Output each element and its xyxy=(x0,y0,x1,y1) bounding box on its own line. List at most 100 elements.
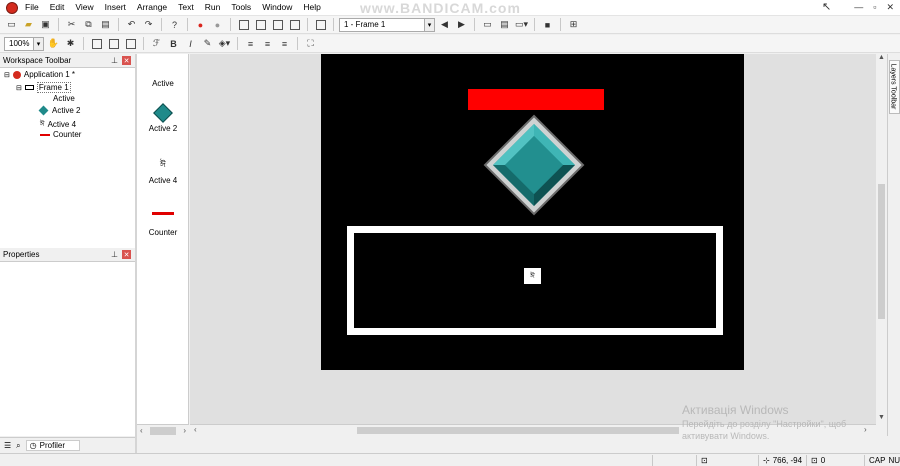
frame-props-icon[interactable]: ▭ xyxy=(480,18,495,32)
vertical-scrollbar[interactable]: ▲ ▼ xyxy=(876,54,887,424)
vertical-scroll-thumb[interactable] xyxy=(878,184,885,319)
workspace-toolbar-title: Workspace Toolbar xyxy=(3,56,72,65)
align-center-icon[interactable]: ≡ xyxy=(260,37,275,51)
red-line-icon xyxy=(40,133,50,136)
cut-icon[interactable]: ✂ xyxy=(64,18,79,32)
tree-node-object[interactable]: Counter xyxy=(40,130,81,139)
activation-line-3: активувати Windows. xyxy=(682,431,770,441)
sort-icon[interactable]: ☰ xyxy=(4,441,11,450)
tree-label-object: Active 4 xyxy=(47,119,77,129)
menu-window[interactable]: Window xyxy=(261,2,293,12)
object-panel-scrollbar[interactable]: ‹ › xyxy=(137,424,189,436)
scroll-thumb[interactable] xyxy=(150,426,176,435)
minimize-icon[interactable]: — xyxy=(854,2,863,13)
glyph-icon: ঈ xyxy=(40,121,45,128)
scroll-right-icon[interactable]: › xyxy=(864,425,867,434)
glyph-icon: ঈ xyxy=(160,159,166,169)
paste-icon[interactable]: ▤ xyxy=(98,18,113,32)
tree-label-frame: Frame 1 xyxy=(36,82,71,93)
grid-toggle-icon[interactable] xyxy=(89,37,104,51)
menu-arrange[interactable]: Arrange xyxy=(136,2,168,12)
brush-icon[interactable]: ✎ xyxy=(200,37,215,51)
frame-select[interactable]: 1 - Frame 1 ▾ xyxy=(339,17,435,32)
active-4-object[interactable]: ঈ xyxy=(524,268,541,284)
restore-icon[interactable]: ▫ xyxy=(873,2,876,13)
close-icon[interactable]: ✕ xyxy=(886,2,894,13)
help-icon[interactable]: ? xyxy=(167,18,182,32)
tree-node-object[interactable]: Active xyxy=(40,94,75,103)
caps-indicator: CAP xyxy=(869,456,886,465)
frame-editor[interactable]: ঈ xyxy=(190,54,876,424)
zoom-select[interactable]: 100% ▾ xyxy=(4,36,44,51)
scroll-down-icon[interactable]: ▼ xyxy=(876,414,887,421)
layout-grid-icon[interactable]: ⊞ xyxy=(566,18,581,32)
align-left-icon[interactable]: ≡ xyxy=(243,37,258,51)
new-file-icon[interactable]: ▭ xyxy=(4,18,19,32)
prev-frame-icon[interactable]: ◀ xyxy=(437,18,452,32)
tab-profiler[interactable]: ◷ Profiler xyxy=(25,440,80,451)
status-bar: ⊡ ⊹ 766, -94 ⊡ 0 CAP NUM xyxy=(0,453,900,466)
redo-icon[interactable]: ↷ xyxy=(141,18,156,32)
counter-object[interactable] xyxy=(468,89,604,110)
object-item-counter[interactable]: Counter xyxy=(137,212,189,237)
menu-view[interactable]: View xyxy=(74,2,94,12)
object-item-active-4[interactable]: ঈ Active 4 xyxy=(137,157,189,185)
tree-node-object[interactable]: Active 2 xyxy=(38,105,81,116)
record-icon[interactable]: ● xyxy=(210,18,225,32)
open-folder-icon[interactable]: ▰ xyxy=(21,18,36,32)
pin-icon[interactable]: ⊥ xyxy=(111,250,118,259)
tree-node-object[interactable]: ঈ Active 4 xyxy=(40,118,76,130)
fit-screen-icon[interactable]: ⛶ xyxy=(303,37,318,51)
stop-square-icon[interactable]: ■ xyxy=(540,18,555,32)
close-icon[interactable]: ✕ xyxy=(122,56,131,65)
menu-text[interactable]: Text xyxy=(177,2,195,12)
frame-canvas[interactable]: ঈ xyxy=(321,54,744,370)
scroll-up-icon[interactable]: ▲ xyxy=(876,54,887,61)
close-icon[interactable]: ✕ xyxy=(122,250,131,259)
menu-tools[interactable]: Tools xyxy=(230,2,252,12)
font-icon[interactable]: ℱ xyxy=(149,37,164,51)
collapse-icon[interactable]: ⊟ xyxy=(16,84,22,92)
hand-icon[interactable]: ✋ xyxy=(46,37,61,51)
align-right-icon[interactable]: ≡ xyxy=(277,37,292,51)
scroll-right-icon[interactable]: › xyxy=(183,426,186,435)
menu-edit[interactable]: Edit xyxy=(49,2,66,12)
collapse-icon[interactable]: ⊟ xyxy=(4,71,10,79)
tree-node-frame[interactable]: ⊟ Frame 1 xyxy=(16,82,71,93)
storyboard-icon[interactable] xyxy=(313,18,328,32)
menu-insert[interactable]: Insert xyxy=(104,2,127,12)
italic-icon[interactable]: I xyxy=(183,37,198,51)
tree-label-object: Active 2 xyxy=(52,106,81,115)
scroll-left-icon[interactable]: ‹ xyxy=(140,426,143,435)
undo-icon[interactable]: ↶ xyxy=(124,18,139,32)
bold-icon[interactable]: B xyxy=(166,37,181,51)
search-icon[interactable]: ⌕ xyxy=(16,441,20,451)
menu-help[interactable]: Help xyxy=(302,2,321,12)
tree-node-application[interactable]: ⊟ Application 1 * xyxy=(4,70,75,79)
layers-toolbar-tab[interactable]: Layers Toolbar xyxy=(889,60,900,114)
status-keys: CAP NUM xyxy=(864,455,900,466)
menu-run[interactable]: Run xyxy=(204,2,222,12)
object-item-active[interactable]: Active xyxy=(137,79,189,88)
view-list-icon[interactable] xyxy=(236,18,251,32)
pointer-icon[interactable]: ✱ xyxy=(63,37,78,51)
stop-icon[interactable]: ● xyxy=(193,18,208,32)
object-item-active-2[interactable]: Active 2 xyxy=(137,103,189,133)
fill-color-icon[interactable]: ◈▾ xyxy=(217,37,232,51)
next-frame-icon[interactable]: ▶ xyxy=(454,18,469,32)
save-icon[interactable]: ▣ xyxy=(38,18,53,32)
snap-icon[interactable] xyxy=(106,37,121,51)
active-2-diamond[interactable] xyxy=(483,114,585,216)
status-empty xyxy=(652,455,657,466)
event-editor-icon[interactable]: ▤ xyxy=(497,18,512,32)
view-icons-icon[interactable] xyxy=(287,18,302,32)
copy-icon[interactable]: ⧉ xyxy=(81,18,96,32)
scroll-left-icon[interactable]: ‹ xyxy=(194,425,197,434)
pin-icon[interactable]: ⊥ xyxy=(111,56,118,65)
view-details-icon[interactable] xyxy=(270,18,285,32)
horizontal-scroll-thumb[interactable] xyxy=(357,427,679,434)
view-grid-icon[interactable] xyxy=(253,18,268,32)
layout-dropdown-icon[interactable]: ▭▾ xyxy=(514,18,529,32)
guides-icon[interactable] xyxy=(123,37,138,51)
menu-file[interactable]: File xyxy=(24,2,40,12)
